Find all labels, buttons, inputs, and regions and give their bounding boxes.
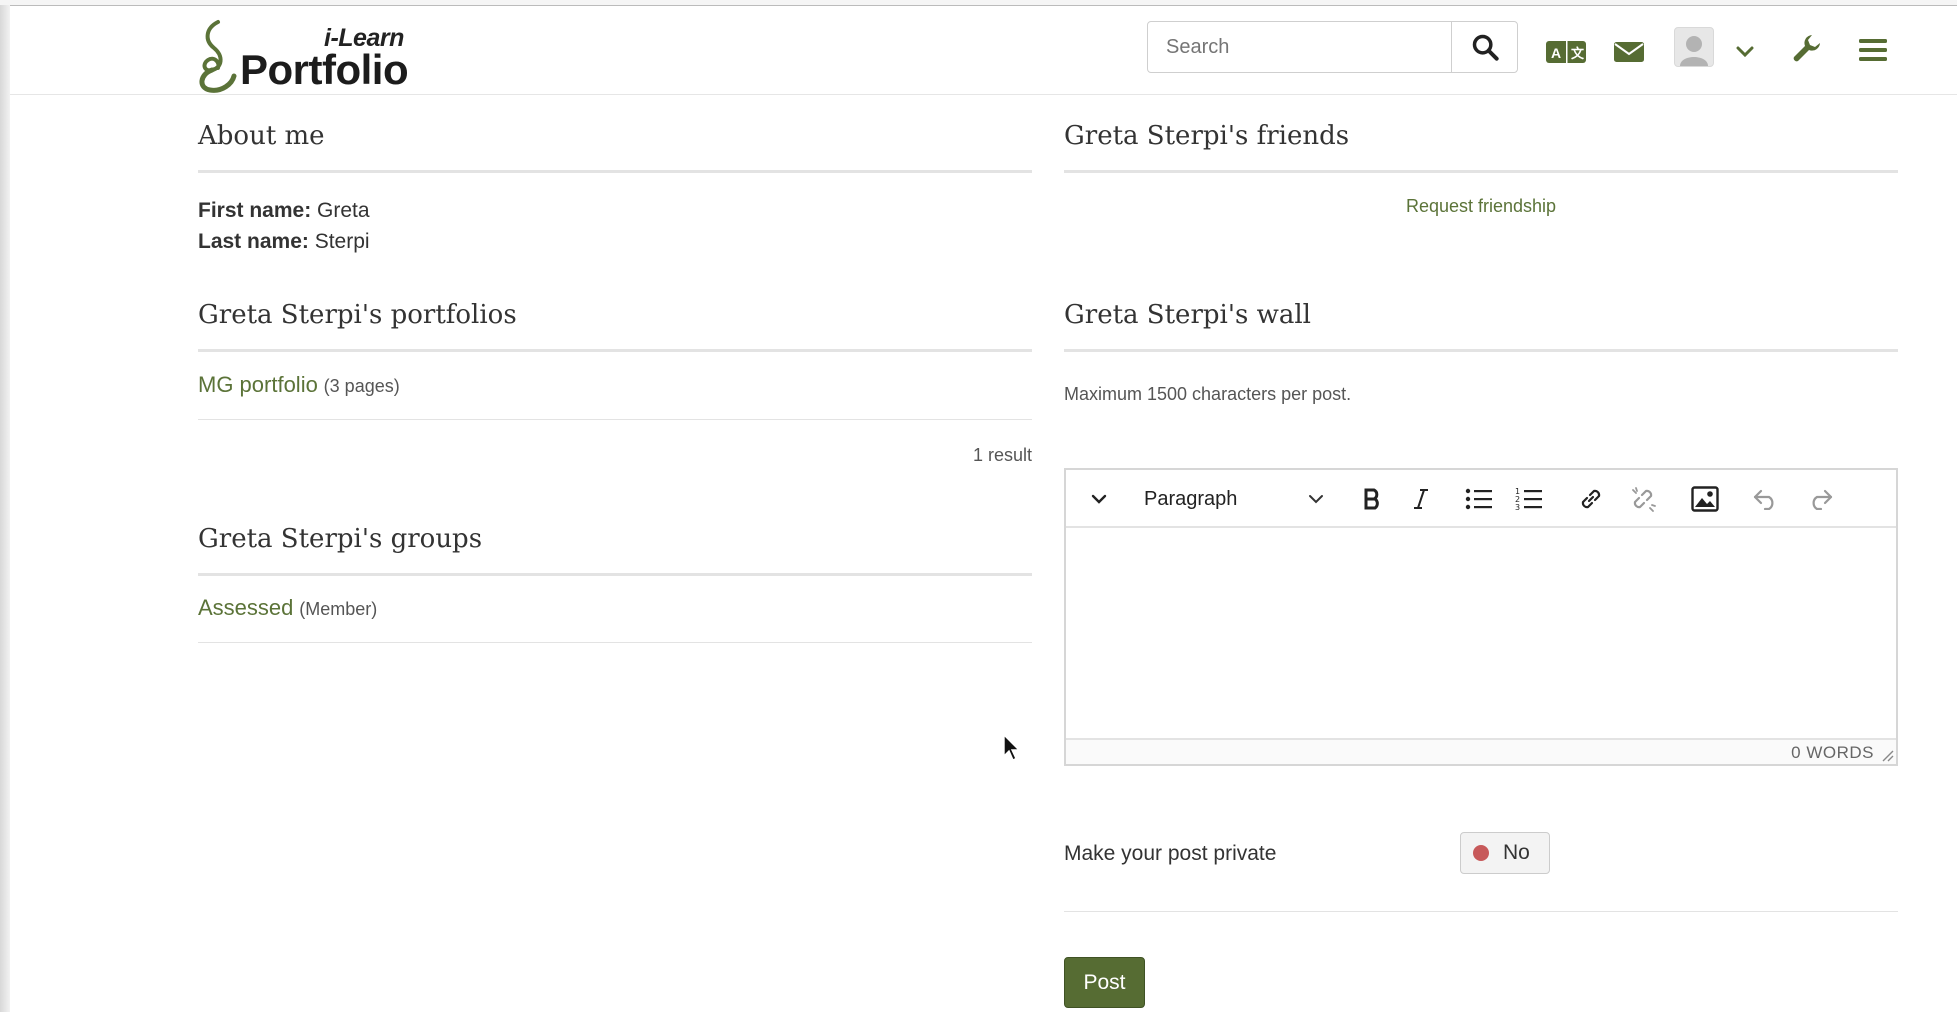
- portfolio-meta: (3 pages): [323, 376, 400, 396]
- window-edge: [0, 5, 10, 1012]
- wrench-icon: [1793, 35, 1820, 62]
- divider: [1064, 911, 1898, 912]
- italic-button[interactable]: [1406, 482, 1436, 516]
- block-format-select[interactable]: Paragraph: [1144, 482, 1324, 516]
- toggle-status-dot: [1473, 845, 1489, 861]
- browser-page: i-Learn Portfolio A 文: [10, 5, 1957, 1012]
- chevron-down-icon: [1736, 46, 1754, 58]
- request-friendship-link[interactable]: Request friendship: [1064, 196, 1898, 217]
- resize-handle-icon[interactable]: [1880, 748, 1894, 762]
- language-icon: A 文: [1546, 41, 1586, 63]
- user-menu-toggle[interactable]: [1733, 36, 1757, 68]
- chevron-down-icon: [1091, 494, 1107, 504]
- word-count: 0 WORDS: [1791, 743, 1874, 762]
- divider: [198, 170, 1032, 173]
- post-button[interactable]: Post: [1064, 957, 1145, 1008]
- editor-body[interactable]: [1066, 528, 1896, 738]
- divider: [1064, 349, 1898, 352]
- svg-text:文: 文: [1571, 46, 1585, 62]
- bullet-list-button[interactable]: [1462, 482, 1496, 516]
- site-header: i-Learn Portfolio A 文: [10, 6, 1957, 95]
- avatar[interactable]: [1674, 27, 1714, 67]
- editor-statusbar: 0 WORDS: [1066, 738, 1896, 764]
- redo-icon: [1812, 489, 1833, 510]
- about-me-title: About me: [198, 121, 325, 151]
- wall-title: Greta Sterpi's wall: [1064, 300, 1311, 330]
- messages-button[interactable]: [1612, 36, 1646, 68]
- user-silhouette-icon: [1680, 36, 1708, 66]
- search-button[interactable]: [1451, 22, 1517, 72]
- search-box: [1147, 21, 1518, 73]
- toggle-value: No: [1503, 841, 1530, 864]
- svg-text:3: 3: [1515, 503, 1520, 512]
- divider: [1064, 170, 1898, 173]
- search-input[interactable]: [1148, 22, 1451, 72]
- portfolios-title: Greta Sterpi's portfolios: [198, 300, 517, 330]
- groups-title: Greta Sterpi's groups: [198, 524, 483, 554]
- undo-icon: [1753, 489, 1774, 510]
- bullet-list-icon: [1465, 488, 1492, 510]
- block-format-value: Paragraph: [1144, 487, 1238, 510]
- search-icon: [1472, 34, 1499, 61]
- main-menu-button[interactable]: [1858, 34, 1888, 66]
- editor-toolbar: Paragraph 1 2 3: [1066, 470, 1896, 528]
- numbered-list-icon: 1 2 3: [1515, 487, 1542, 512]
- insert-image-button[interactable]: [1688, 482, 1722, 516]
- hamburger-menu-icon: [1859, 39, 1887, 61]
- divider: [198, 573, 1032, 576]
- bold-button[interactable]: [1356, 482, 1390, 516]
- make-private-toggle[interactable]: No: [1460, 832, 1550, 874]
- bold-icon: [1364, 488, 1379, 510]
- divider: [198, 419, 1032, 420]
- divider: [198, 642, 1032, 643]
- link-icon: [1581, 489, 1601, 509]
- chevron-down-icon: [1309, 495, 1323, 504]
- first-name-value: Greta: [317, 199, 370, 222]
- divider: [198, 349, 1032, 352]
- language-button[interactable]: A 文: [1545, 36, 1587, 68]
- group-link[interactable]: Assessed: [198, 595, 293, 620]
- svg-text:A: A: [1551, 45, 1561, 61]
- mail-icon: [1614, 42, 1644, 62]
- friends-title: Greta Sterpi's friends: [1064, 121, 1350, 151]
- site-logo[interactable]: i-Learn Portfolio: [196, 14, 436, 94]
- make-private-label: Make your post private: [1064, 842, 1277, 865]
- last-name-field: Last name: Sterpi: [198, 230, 370, 254]
- wall-editor: Paragraph 1 2 3 0 WORDS: [1064, 468, 1898, 766]
- italic-icon: [1414, 489, 1428, 509]
- numbered-list-button[interactable]: 1 2 3: [1512, 482, 1546, 516]
- first-name-label: First name:: [198, 199, 312, 222]
- mouse-cursor-icon: [1003, 734, 1021, 761]
- admin-button[interactable]: [1790, 32, 1824, 64]
- insert-link-button[interactable]: [1574, 482, 1608, 516]
- last-name-value: Sterpi: [314, 230, 370, 253]
- image-icon: [1691, 486, 1719, 512]
- result-count: 1 result: [972, 445, 1032, 465]
- toolbar-toggle-button[interactable]: [1084, 482, 1114, 516]
- logo-title: Portfolio: [240, 46, 409, 93]
- last-name-label: Last name:: [198, 230, 309, 253]
- list-item: MG portfolio (3 pages): [198, 372, 400, 398]
- redo-button[interactable]: [1804, 482, 1836, 516]
- logo-mark-icon: [199, 20, 237, 93]
- list-item: Assessed (Member): [198, 595, 377, 621]
- unlink-icon: [1632, 487, 1656, 512]
- group-meta: (Member): [299, 599, 378, 619]
- undo-button[interactable]: [1750, 482, 1782, 516]
- first-name-field: First name: Greta: [198, 199, 370, 223]
- wall-hint: Maximum 1500 characters per post.: [1064, 384, 1352, 404]
- remove-link-button[interactable]: [1626, 482, 1660, 516]
- portfolio-link[interactable]: MG portfolio: [198, 372, 318, 397]
